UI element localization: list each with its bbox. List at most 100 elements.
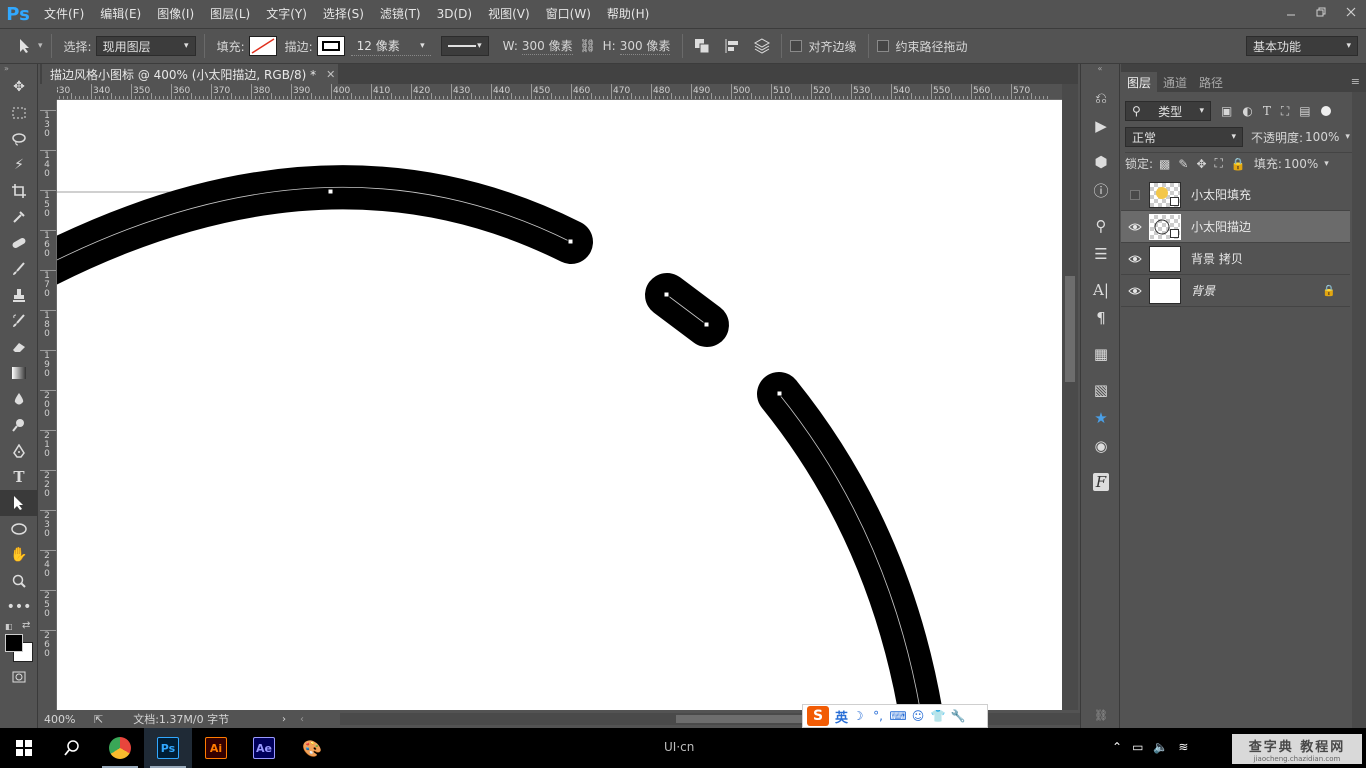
layer-name[interactable]: 背景 拷贝 [1191, 250, 1243, 267]
menu-edit[interactable]: 编辑(E) [92, 0, 149, 28]
skin-icon[interactable]: 👕 [928, 706, 948, 726]
eyedropper-tool[interactable] [0, 204, 38, 230]
close-button[interactable] [1336, 0, 1366, 24]
restore-button[interactable] [1306, 0, 1336, 24]
canvas[interactable] [57, 100, 1062, 710]
zoom-tool[interactable] [0, 568, 38, 594]
visibility-toggle[interactable] [1121, 179, 1149, 211]
filter-kind-dropdown[interactable]: ⚲ 类型 ▾ [1125, 101, 1211, 121]
dodge-tool[interactable] [0, 412, 38, 438]
paragraph-icon[interactable]: ¶ [1081, 304, 1121, 332]
tab-layers[interactable]: 图层 [1121, 72, 1158, 92]
brush-tool[interactable] [0, 256, 38, 282]
chevron-left-icon[interactable]: ‹ [300, 714, 304, 725]
width-field[interactable]: 300 像素 [521, 37, 573, 55]
clone-stamp-tool[interactable] [0, 282, 38, 308]
quick-selection-tool[interactable]: ⚡ [0, 152, 38, 178]
taskbar-paint[interactable]: 🎨 [288, 728, 336, 768]
swap-colors-icon[interactable]: ⇄ [22, 620, 30, 631]
quick-mask-button[interactable] [0, 664, 38, 690]
minimize-button[interactable] [1276, 0, 1306, 24]
user-libraries-icon[interactable]: ◉ [1081, 432, 1121, 460]
character-panel-icon[interactable]: A| [1081, 276, 1121, 304]
wrench-icon[interactable]: 🔧 [948, 706, 968, 726]
tab-paths[interactable]: 路径 [1193, 72, 1229, 92]
stroke-width-field[interactable]: 12 像素 ▾ [350, 36, 431, 56]
menu-file[interactable]: 文件(F) [36, 0, 92, 28]
taskbar-illustrator[interactable]: Ai [192, 728, 240, 768]
3d-panel-icon[interactable]: ⬢ [1081, 148, 1121, 176]
menu-help[interactable]: 帮助(H) [599, 0, 657, 28]
menu-image[interactable]: 图像(I) [149, 0, 202, 28]
swatches-panel-icon[interactable]: ▧ [1081, 376, 1121, 404]
blur-tool[interactable] [0, 386, 38, 412]
visibility-toggle[interactable] [1121, 243, 1149, 275]
taskbar-chrome[interactable] [96, 728, 144, 768]
vertical-scrollbar[interactable] [1062, 84, 1078, 710]
filter-toggle-icon[interactable] [1320, 106, 1331, 116]
filter-shape-icon[interactable]: ⛶ [1281, 104, 1289, 119]
close-icon[interactable]: ✕ [326, 68, 335, 81]
adjustments-sliders-icon[interactable]: ☰ [1081, 240, 1121, 268]
anchor-point[interactable] [663, 291, 670, 298]
stroke-type-dropdown[interactable]: ▾ [440, 36, 489, 56]
chevron-right-icon[interactable]: › [282, 714, 286, 725]
type-tool[interactable]: T [0, 464, 38, 490]
blend-mode-dropdown[interactable]: 正常 ▾ [1125, 127, 1243, 147]
anchor-point[interactable] [703, 321, 710, 328]
filter-adjustment-icon[interactable]: ◐ [1242, 104, 1252, 118]
network-icon[interactable]: ▭ [1132, 740, 1143, 754]
anchor-point[interactable] [776, 390, 783, 397]
layer-name[interactable]: 小太阳描边 [1191, 218, 1251, 235]
volume-icon[interactable]: 🔈 [1153, 740, 1168, 754]
wifi-icon[interactable]: ≋ [1178, 740, 1188, 754]
document-tab[interactable]: 描边风格小图标 @ 400% (小太阳描边, RGB/8) * ✕ [42, 64, 338, 84]
glyphs-panel-icon[interactable]: F [1081, 468, 1121, 496]
workspace-dropdown[interactable]: 基本功能 ▾ [1246, 36, 1358, 56]
ellipse-tool[interactable] [0, 516, 38, 542]
grid-panel-icon[interactable]: ▦ [1081, 340, 1121, 368]
select-dropdown[interactable]: 现用图层 ▾ [95, 36, 196, 56]
lock-position-icon[interactable]: ✥ [1196, 157, 1206, 171]
user-icon[interactable]: ☺ [908, 706, 928, 726]
lock-all-icon[interactable]: 🔒 [1231, 157, 1246, 171]
export-icon[interactable]: ⇱ [94, 713, 103, 726]
stroke-swatch[interactable] [316, 36, 345, 56]
path-selection-tool-preset-icon[interactable] [14, 35, 36, 57]
height-field[interactable]: 300 像素 [619, 37, 671, 55]
path-alignment-icon[interactable] [721, 35, 743, 57]
move-tool[interactable]: ✥ [0, 74, 38, 100]
actions-play-icon[interactable]: ▶ [1081, 112, 1121, 140]
anchor-point[interactable] [327, 188, 334, 195]
marquee-tool[interactable] [0, 100, 38, 126]
menu-filter[interactable]: 滤镜(T) [372, 0, 429, 28]
lock-transparent-icon[interactable]: ▩ [1159, 157, 1170, 171]
path-operations-icon[interactable] [691, 35, 713, 57]
history-panel-icon[interactable]: ⎌ [1081, 84, 1121, 112]
link-icon[interactable]: ⛓ [577, 35, 599, 57]
tab-channels[interactable]: 通道 [1157, 72, 1193, 92]
layer-name[interactable]: 小太阳填充 [1191, 186, 1251, 203]
layer-row[interactable]: 背景 拷贝 [1121, 243, 1350, 275]
default-colors-icon[interactable]: ◧ [5, 622, 13, 631]
layer-row-selected[interactable]: 小太阳描边 [1121, 211, 1350, 243]
brush-presets-icon[interactable]: ⚲ [1081, 212, 1121, 240]
taskbar-after-effects[interactable]: Ae [240, 728, 288, 768]
panel-menu-icon[interactable]: ≡ [1351, 75, 1360, 88]
constrain-path-checkbox[interactable] [877, 40, 890, 52]
menu-layer[interactable]: 图层(L) [202, 0, 258, 28]
filter-smart-object-icon[interactable]: ▤ [1299, 104, 1310, 118]
history-brush-tool[interactable] [0, 308, 38, 334]
start-button[interactable] [0, 728, 48, 768]
visibility-toggle[interactable] [1121, 211, 1149, 243]
filter-type-icon[interactable]: T [1263, 104, 1271, 118]
punctuation-icon[interactable]: °, [868, 706, 888, 726]
vertical-scrollbar-thumb[interactable] [1065, 276, 1075, 382]
filter-image-icon[interactable]: ▣ [1221, 104, 1232, 118]
chevron-down-icon[interactable]: ▾ [1345, 132, 1350, 142]
menu-view[interactable]: 视图(V) [480, 0, 538, 28]
anchor-point[interactable] [567, 238, 574, 245]
search-button[interactable] [48, 728, 96, 768]
path-arrangement-icon[interactable] [751, 35, 773, 57]
sogou-logo-icon[interactable]: S [807, 706, 829, 726]
